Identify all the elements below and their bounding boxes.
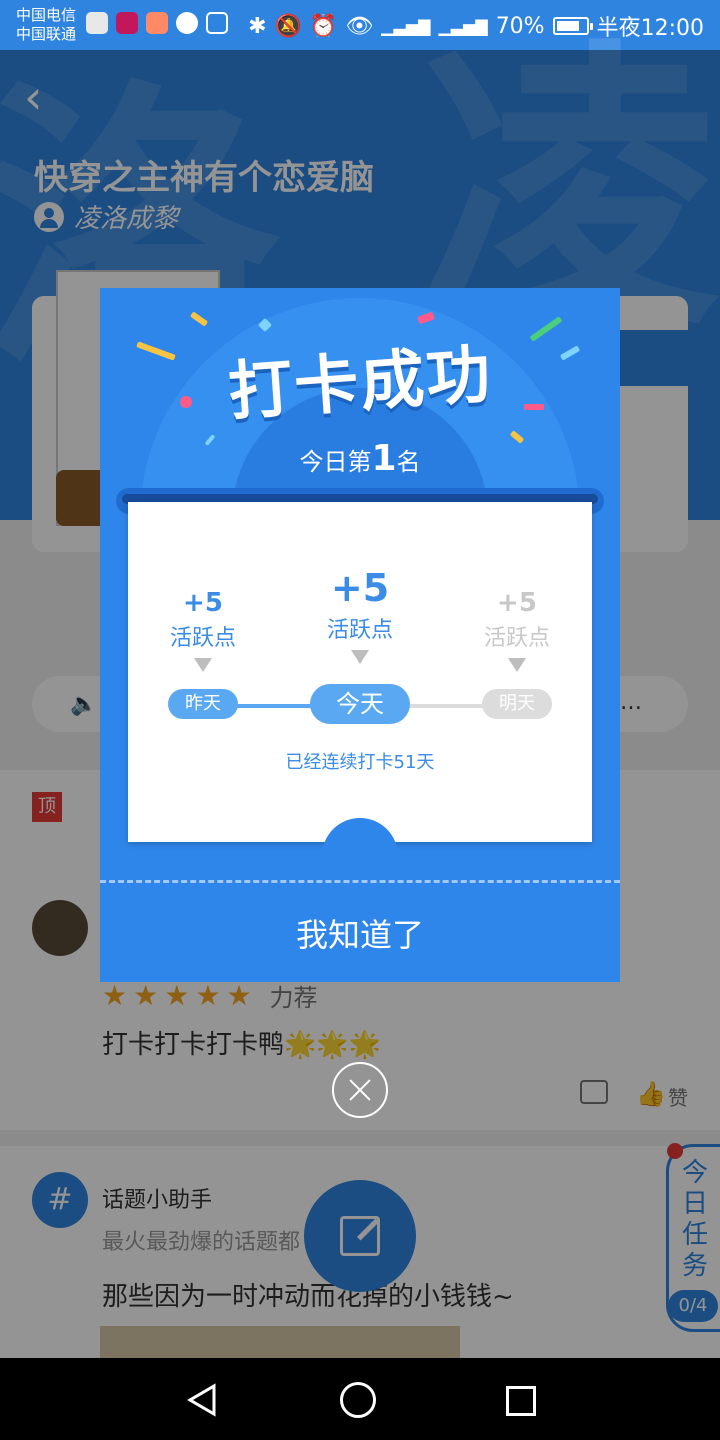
clock: 半夜12:00	[596, 16, 704, 41]
nav-home-icon[interactable]	[340, 1382, 376, 1418]
rank-number: 1	[371, 438, 397, 479]
reward-label: 活跃点	[483, 626, 550, 651]
status-bar: 中国电信 中国联通 ✱ 🔕 ⏰ 👁 ▁▃▅▇ ▁▃▅▇ 70% 半夜12:00	[0, 0, 720, 50]
nav-recent-apps-icon[interactable]	[506, 1386, 536, 1416]
reward-points: +5	[330, 566, 390, 610]
carrier-name: 中国联通	[16, 25, 77, 43]
alarm-icon: ⏰	[309, 13, 338, 39]
reward-label: 活跃点	[169, 626, 236, 651]
day-pill-yesterday: 昨天	[168, 689, 238, 719]
chat-icon	[176, 12, 198, 34]
notification-icons	[86, 12, 228, 34]
timeline-progress	[236, 704, 316, 708]
app-notification-icon	[116, 12, 138, 34]
app-notification-icon	[146, 12, 168, 34]
arrow-down-icon	[508, 658, 526, 672]
battery-icon	[552, 17, 593, 35]
daily-rank: 今日第1名	[100, 438, 620, 479]
hand-icon	[206, 12, 228, 34]
eye-icon: 👁	[345, 13, 374, 39]
system-status: ✱ 🔕 ⏰ 👁 ▁▃▅▇ ▁▃▅▇ 70% 半夜12:00	[248, 10, 704, 42]
signal-icon: ▁▃▅▇	[438, 16, 488, 36]
signal-icon: ▁▃▅▇	[381, 16, 431, 36]
close-icon[interactable]	[332, 1062, 388, 1118]
reward-today: +5 活跃点	[290, 566, 430, 664]
reward-paper	[128, 502, 592, 842]
battery-percent: 70%	[495, 13, 545, 39]
carrier-info: 中国电信 中国联通	[16, 6, 76, 44]
reward-points: +5	[497, 588, 537, 618]
rank-prefix: 今日第	[299, 448, 372, 476]
carrier-name: 中国电信	[16, 6, 77, 24]
app-notification-icon	[86, 12, 108, 34]
rank-suffix: 名	[396, 448, 421, 476]
day-pill-tomorrow: 明天	[482, 689, 552, 719]
confetti	[189, 311, 209, 327]
checkin-success-dialog: 打卡成功 今日第1名 +5 活跃点 +5 活跃点 +5 活跃点 昨天 今天 明天…	[100, 288, 620, 982]
reward-label: 活跃点	[326, 618, 393, 643]
confirm-button[interactable]: 我知道了	[100, 888, 620, 982]
arrow-down-icon	[351, 650, 369, 664]
bluetooth-icon: ✱	[248, 13, 267, 39]
mute-icon: 🔕	[274, 13, 302, 39]
reward-points: +5	[183, 588, 223, 618]
reward-yesterday: +5 活跃点	[133, 588, 273, 672]
reward-tomorrow: +5 活跃点	[447, 588, 587, 672]
nav-back-icon[interactable]	[184, 1380, 224, 1420]
timeline-remaining	[406, 704, 488, 708]
dashed-divider	[100, 880, 620, 883]
day-pill-today: 今天	[310, 684, 410, 724]
streak-text: 已经连续打卡51天	[285, 752, 435, 773]
arrow-down-icon	[194, 658, 212, 672]
